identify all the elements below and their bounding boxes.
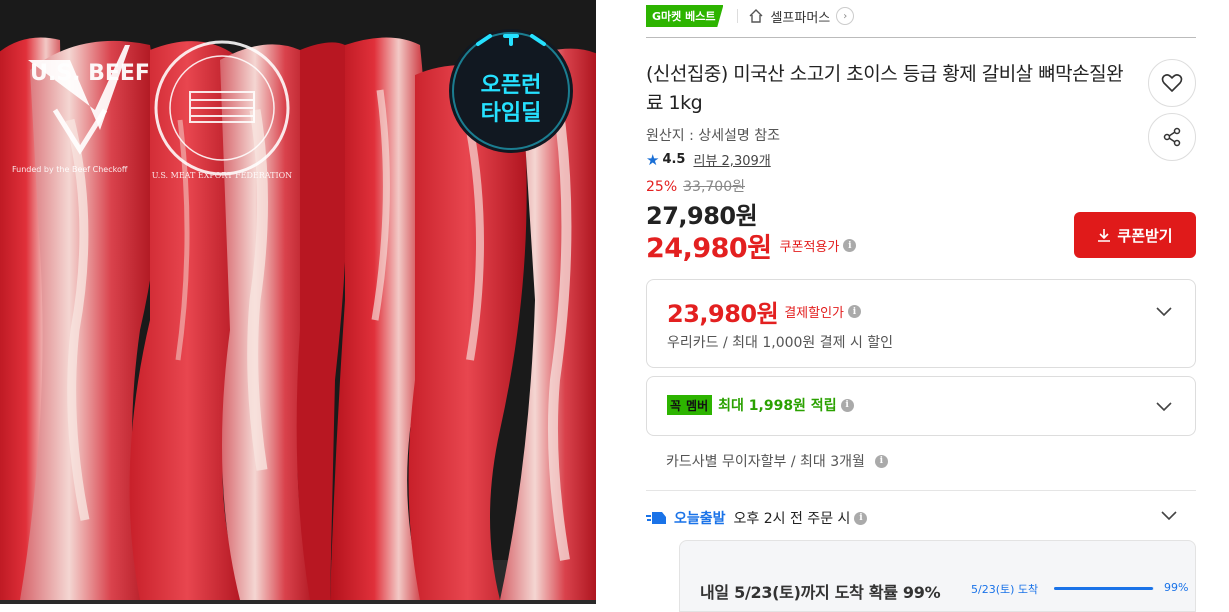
wishlist-button[interactable] <box>1148 59 1196 107</box>
section-divider <box>646 490 1196 491</box>
info-icon[interactable]: i <box>843 239 857 252</box>
info-icon[interactable]: i <box>854 511 868 525</box>
rating-score: 4.5 <box>662 152 686 167</box>
download-icon <box>1098 229 1111 242</box>
timedeal-line1: 오픈런 <box>481 73 542 98</box>
breadcrumb-divider <box>737 9 739 23</box>
info-icon[interactable]: i <box>848 305 862 318</box>
membership-box[interactable]: 꼭 멤버 최대 1,998원 적립 i <box>646 376 1196 436</box>
coupon-price: 24,980원 <box>646 233 772 264</box>
chevron-down-icon[interactable] <box>1155 397 1173 415</box>
shipping-text: 오후 2시 전 주문 시 <box>733 511 851 527</box>
payment-discount-label: 결제할인가 <box>784 306 845 321</box>
home-icon <box>749 9 763 23</box>
payment-discount-price: 23,980원 <box>667 300 779 328</box>
info-icon[interactable]: i <box>840 398 854 412</box>
share-icon <box>1163 127 1181 147</box>
heart-icon <box>1161 74 1183 92</box>
installment-info: 카드사별 무이자할부 / 최대 3개월 i <box>666 451 888 471</box>
arrival-title: 내일 5/23(토)까지 도착 확률 99% <box>700 583 941 602</box>
product-title: (신선집중) 미국산 소고기 초이스 등급 황제 갈비살 뼈막손질완료 1kg <box>646 63 1124 114</box>
header-divider <box>646 37 1196 38</box>
arrival-estimate-box: 내일 5/23(토)까지 도착 확률 99% 5/23(토) 도착 99% <box>679 540 1196 612</box>
share-button[interactable] <box>1148 113 1196 161</box>
shipping-brand: 오늘출발 <box>674 511 726 527</box>
member-logo-b: 멤버 <box>684 395 713 415</box>
discount-line: 25% 33,700원 <box>646 176 745 196</box>
discount-rate: 25% <box>646 179 678 195</box>
product-image[interactable]: U.S. BEEF Funded by the Beef Checkoff U.… <box>0 0 596 604</box>
fast-delivery-icon <box>646 512 666 524</box>
product-info-panel: G마켓 베스트 셀프파머스 › (신선집중) 미국산 소고기 초이스 등급 황제… <box>646 0 1196 612</box>
membership-row: 꼭 멤버 최대 1,998원 적립 i <box>667 395 854 415</box>
shipping-row: 오늘출발 오후 2시 전 주문 시 i <box>646 508 868 528</box>
usmef-seal-text: U.S. MEAT EXPORT FEDERATION <box>152 171 292 180</box>
store-link[interactable]: 셀프파머스 › <box>748 7 855 26</box>
member-logo-a: 꼭 <box>667 395 685 415</box>
payment-discount-detail: 우리카드 / 최대 1,000원 결제 시 할인 <box>667 335 894 351</box>
origin-info: 원산지 : 상세설명 참조 <box>646 128 780 144</box>
arrival-probability-bar <box>1054 587 1154 590</box>
membership-reward-text: 최대 1,998원 적립 <box>718 398 837 414</box>
chevron-down-icon[interactable] <box>1160 506 1178 524</box>
payment-discount-row: 23,980원 결제할인가 i <box>667 294 862 329</box>
chevron-down-icon[interactable] <box>1155 302 1173 320</box>
reviews-link[interactable]: 리뷰 2,309개 <box>693 150 770 169</box>
breadcrumb: G마켓 베스트 셀프파머스 › <box>646 5 855 27</box>
gmarket-best-badge[interactable]: G마켓 베스트 <box>646 5 724 27</box>
original-price: 33,700원 <box>683 179 745 195</box>
coupon-download-button[interactable]: 쿠폰받기 <box>1074 212 1196 258</box>
coupon-price-label: 쿠폰적용가 <box>779 240 840 255</box>
member-logo: 꼭 멤버 <box>667 395 713 415</box>
product-photo: U.S. BEEF Funded by the Beef Checkoff U.… <box>0 0 596 604</box>
rating-row: ★ 4.5 리뷰 2,309개 <box>646 150 771 170</box>
installment-text: 카드사별 무이자할부 / 최대 3개월 <box>666 454 865 470</box>
arrival-probability-fill <box>1054 587 1153 590</box>
coupon-price-row: 24,980원 쿠폰적용가 i <box>646 226 857 265</box>
us-beef-logo-small: Funded by the Beef Checkoff <box>12 165 128 174</box>
store-name: 셀프파머스 <box>770 10 831 26</box>
arrival-percent: 99% <box>1164 581 1189 594</box>
chevron-right-icon: › <box>836 7 855 25</box>
coupon-button-label: 쿠폰받기 <box>1117 226 1173 245</box>
info-icon[interactable]: i <box>874 454 888 468</box>
arrival-date: 5/23(토) 도착 <box>971 583 1039 596</box>
timedeal-badge: 오픈런 타임딜 <box>449 29 573 153</box>
payment-discount-box[interactable]: 23,980원 결제할인가 i 우리카드 / 최대 1,000원 결제 시 할인 <box>646 279 1196 368</box>
us-beef-logo-text: U.S. BEEF <box>30 61 150 86</box>
timedeal-line2: 타임딜 <box>481 101 542 126</box>
star-icon: ★ <box>646 150 660 169</box>
